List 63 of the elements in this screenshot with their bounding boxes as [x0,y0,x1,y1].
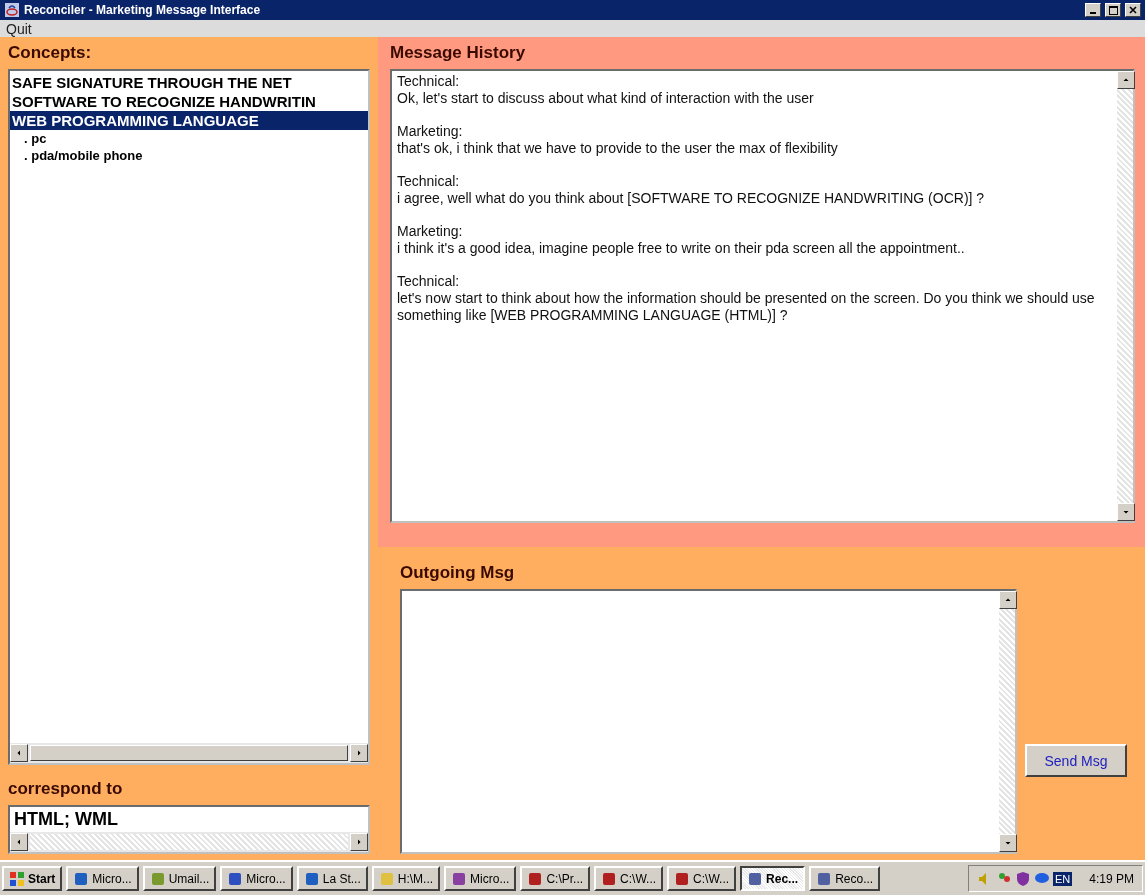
close-icon [1129,6,1137,14]
section-heading: correspond to [8,778,124,800]
taskbar-button[interactable]: Umail... [142,866,217,891]
message-speaker: Marketing: [397,123,464,140]
taskbar-button[interactable]: Rec... [740,866,806,891]
taskbar-button[interactable]: C:\Pr... [520,866,591,891]
start-button[interactable]: Start [2,866,63,891]
taskbar-button[interactable]: C:\W... [667,866,737,891]
maximize-icon [1108,5,1118,15]
taskbar-button[interactable]: C:\W... [594,866,664,891]
message-text: i agree, well what do you think about [SOFTWARE TO RECOGNIZE HANDWRITING (OCR)] ? [397,190,986,207]
scroll-right-button[interactable] [350,744,368,762]
left-arrow-icon [15,838,23,846]
app-icon [4,2,20,18]
scroll-left-button[interactable] [10,744,28,762]
minimize-button[interactable] [1085,3,1101,17]
down-arrow-icon [1004,839,1012,847]
scroll-up-button[interactable] [1117,71,1135,89]
windows-logo-icon [9,870,25,887]
message-text: that's ok, i think that we have to provide to the user the max of flexibility [397,140,839,157]
message-speaker: Technical: [397,273,461,290]
list-item[interactable]: . pda/mobile phone [10,147,145,164]
list-item[interactable]: SAFE SIGNATURE THROUGH THE NET [10,73,294,92]
correspond-field[interactable]: HTML; WML [8,805,370,854]
taskbar-button[interactable]: Micro... [66,866,139,891]
up-arrow-icon [1004,596,1012,604]
message-text: Ok, let's start to discuss about what kind of interaction with the user [397,90,815,107]
message-text: i think it's a good idea, imagine people free to write on their pda screen all the appointment.. [397,240,966,257]
message-speaker: Technical: [397,173,461,190]
message-speaker: Marketing: [397,223,464,240]
maximize-button[interactable] [1105,3,1121,17]
scrollbar-thumb[interactable] [30,745,348,761]
clock: 4:19 PM [1089,871,1134,886]
scroll-down-button[interactable] [999,834,1017,852]
scroll-up-button[interactable] [999,591,1017,609]
scroll-right-button[interactable] [350,833,368,851]
menu-item[interactable]: Quit [6,20,32,37]
section-heading: Message History [390,42,527,64]
list-item[interactable]: SOFTWARE TO RECOGNIZE HANDWRITIN [10,92,318,111]
up-arrow-icon [1122,76,1130,84]
close-button[interactable] [1125,3,1141,17]
scroll-down-button[interactable] [1117,503,1135,521]
message-text: let's now start to think about how the information should be presented on the screen. Do you think we should use something like [WEB PROGRAMMING LANGUAGE (HTML)] ? [397,290,1096,324]
taskbar-button[interactable]: Reco... [809,866,881,891]
taskbar-button[interactable]: Micro... [444,866,517,891]
down-arrow-icon [1122,508,1130,516]
right-arrow-icon [355,749,363,757]
taskbar-button[interactable]: Micro... [220,866,293,891]
section-heading: Outgoing Msg [400,562,516,584]
section-heading: Concepts: [8,42,93,64]
taskbar-button[interactable]: La St... [296,866,368,891]
send-button[interactable]: Send Msg [1025,744,1127,777]
list-item[interactable]: . pc [10,130,49,147]
language-indicator[interactable]: EN [1053,871,1073,886]
window-title: Reconciler - Marketing Message Interface [24,3,262,17]
message-input[interactable] [400,589,1017,854]
scroll-left-button[interactable] [10,833,28,851]
list-item[interactable]: WEB PROGRAMMING LANGUAGE [10,111,368,130]
taskbar-button[interactable]: H:\M... [371,866,441,891]
message-speaker: Technical: [397,73,461,90]
shield-icon[interactable] [1015,870,1031,887]
left-arrow-icon [15,749,23,757]
right-arrow-icon [355,838,363,846]
